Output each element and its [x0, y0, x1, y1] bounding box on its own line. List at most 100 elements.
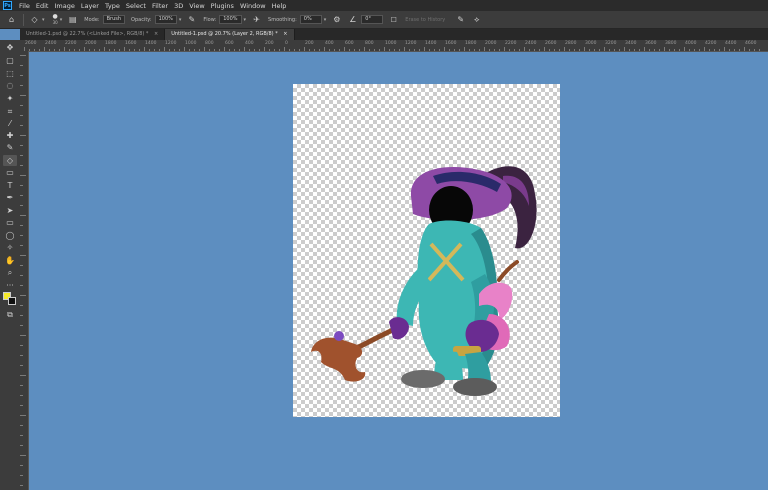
- type-tool-icon[interactable]: T: [3, 180, 17, 191]
- checkbox-icon[interactable]: ☐: [388, 14, 399, 25]
- custom-shape-tool-icon[interactable]: ✧: [3, 242, 17, 253]
- ruler-tick-minor: [619, 49, 620, 51]
- path-selection-tool-icon[interactable]: ➤: [3, 205, 17, 216]
- vertical-ruler: [20, 51, 29, 490]
- chevron-down-icon[interactable]: ▾: [60, 17, 63, 23]
- ruler-tick: [664, 47, 665, 51]
- mode-select[interactable]: Brush: [102, 15, 126, 24]
- more-tools-icon[interactable]: ···: [3, 280, 17, 291]
- ruler-tick-minor: [394, 49, 395, 51]
- ruler-tick-minor: [314, 49, 315, 51]
- menu-help[interactable]: Help: [269, 2, 290, 10]
- chevron-down-icon[interactable]: ▾: [244, 17, 247, 23]
- chevron-down-icon[interactable]: ▾: [179, 17, 182, 23]
- ruler-tick-minor: [569, 49, 570, 51]
- ruler-tick-minor: [654, 49, 655, 51]
- lasso-tool-icon[interactable]: ◌: [3, 80, 17, 91]
- menu-3d[interactable]: 3D: [171, 2, 186, 10]
- ruler-tick-minor: [469, 49, 470, 51]
- menu-image[interactable]: Image: [51, 2, 77, 10]
- document-canvas[interactable]: [293, 84, 560, 417]
- ruler-tick-minor: [69, 49, 70, 51]
- ruler-tick-minor: [694, 49, 695, 51]
- pen-tool-icon[interactable]: ✒: [3, 192, 17, 203]
- ruler-tick: [20, 295, 26, 296]
- ruler-tick: [20, 95, 26, 96]
- options-bar: ⌂ ◇ ▾ ● 30 ▾ ▤ Mode: Brush Opacity: 100%…: [0, 11, 768, 29]
- document-tab-active[interactable]: Untitled-1.psd @ 20.7% (Layer 2, RGB/8) …: [165, 29, 295, 40]
- eraser-preset-icon[interactable]: ◇: [29, 14, 40, 25]
- healing-brush-tool-icon[interactable]: ✚: [3, 130, 17, 141]
- menu-view[interactable]: View: [186, 2, 207, 10]
- eraser-tool-icon[interactable]: ◇: [3, 155, 17, 166]
- close-icon[interactable]: ×: [283, 31, 287, 37]
- menu-window[interactable]: Window: [237, 2, 269, 10]
- smoothing-field[interactable]: 0%: [299, 15, 322, 24]
- character-artwork: [311, 166, 537, 396]
- angle-field[interactable]: 0°: [361, 15, 384, 24]
- erase-to-history-label[interactable]: Erase to History: [405, 17, 445, 23]
- gradient-tool-icon[interactable]: ▭: [3, 167, 17, 178]
- ruler-tick-minor: [554, 49, 555, 51]
- background-color-swatch[interactable]: [8, 297, 16, 305]
- chevron-down-icon[interactable]: ▾: [42, 17, 45, 23]
- ruler-tick-minor: [229, 49, 230, 51]
- move-tool-icon[interactable]: ✥: [3, 42, 17, 53]
- ruler-tick-minor: [359, 49, 360, 51]
- rear-staff: [497, 260, 519, 282]
- photoshop-logo-icon[interactable]: Ps: [3, 1, 12, 10]
- ruler-tick-minor: [414, 49, 415, 51]
- flow-field[interactable]: 100%: [219, 15, 242, 24]
- ruler-tick-minor: [34, 49, 35, 51]
- home-icon[interactable]: ⌂: [6, 14, 17, 25]
- opacity-field[interactable]: 100%: [154, 15, 177, 24]
- ruler-tick-minor: [734, 49, 735, 51]
- airbrush-icon[interactable]: ✈: [251, 14, 262, 25]
- screen-mode-icon[interactable]: ⧉: [3, 309, 17, 320]
- ruler-tick: [244, 47, 245, 51]
- crop-tool-icon[interactable]: ⌗: [3, 106, 17, 117]
- magic-wand-tool-icon[interactable]: ✦: [3, 93, 17, 104]
- ruler-tick-minor: [429, 49, 430, 51]
- zoom-tool-icon[interactable]: ⌕: [3, 267, 17, 278]
- brush-tool-icon[interactable]: ✎: [3, 142, 17, 153]
- menu-file[interactable]: File: [16, 2, 33, 10]
- horizontal-ruler: 2600 2400 2200 2000 1800 1600 1400 1200 1000 800 6…: [20, 40, 768, 52]
- ruler-tick: [564, 47, 565, 51]
- ruler-tick-minor: [89, 49, 90, 51]
- ruler-tick-minor: [54, 49, 55, 51]
- marquee-tool-icon[interactable]: ⬚: [3, 68, 17, 79]
- symmetry-icon[interactable]: ⟡: [471, 14, 482, 25]
- ruler-tick: [484, 47, 485, 51]
- rectangle-tool-icon[interactable]: ▭: [3, 217, 17, 228]
- tools-panel: ✥ ▢ ⬚ ◌ ✦ ⌗ ⁄ ✚ ✎ ◇ ▭ T ✒ ➤ ▭ ◯ ✧ ✋ ⌕ ··…: [0, 40, 21, 490]
- ellipse-tool-icon[interactable]: ◯: [3, 230, 17, 241]
- menu-select[interactable]: Select: [123, 2, 149, 10]
- gear-icon[interactable]: ⚙: [331, 14, 342, 25]
- menu-plugins[interactable]: Plugins: [208, 2, 237, 10]
- menu-edit[interactable]: Edit: [33, 2, 52, 10]
- pressure-opacity-icon[interactable]: ✎: [186, 14, 197, 25]
- document-tab[interactable]: Untitled-1.psd @ 22.7% (<Linked File>, R…: [20, 29, 166, 40]
- menu-filter[interactable]: Filter: [149, 2, 171, 10]
- ruler-tick: [164, 47, 165, 51]
- ruler-tick-minor: [749, 49, 750, 51]
- menu-layer[interactable]: Layer: [78, 2, 102, 10]
- angle-icon[interactable]: ∠: [347, 14, 358, 25]
- chevron-down-icon[interactable]: ▾: [324, 17, 327, 23]
- pressure-size-icon[interactable]: ✎: [455, 14, 466, 25]
- brush-size-picker[interactable]: ● 30: [53, 14, 58, 26]
- menu-type[interactable]: Type: [102, 2, 123, 10]
- ruler-tick-minor: [659, 49, 660, 51]
- close-icon[interactable]: ×: [154, 31, 158, 37]
- artboard-tool-icon[interactable]: ▢: [3, 55, 17, 66]
- ruler-tick-minor: [434, 49, 435, 51]
- ruler-tick-minor: [294, 49, 295, 51]
- hand-tool-icon[interactable]: ✋: [3, 255, 17, 266]
- ruler-tick: [604, 47, 605, 51]
- ruler-tick: [104, 47, 105, 51]
- brush-settings-icon[interactable]: ▤: [67, 14, 78, 25]
- ruler-tick: [20, 185, 23, 186]
- ruler-tick-minor: [279, 49, 280, 51]
- eyedropper-tool-icon[interactable]: ⁄: [3, 118, 17, 129]
